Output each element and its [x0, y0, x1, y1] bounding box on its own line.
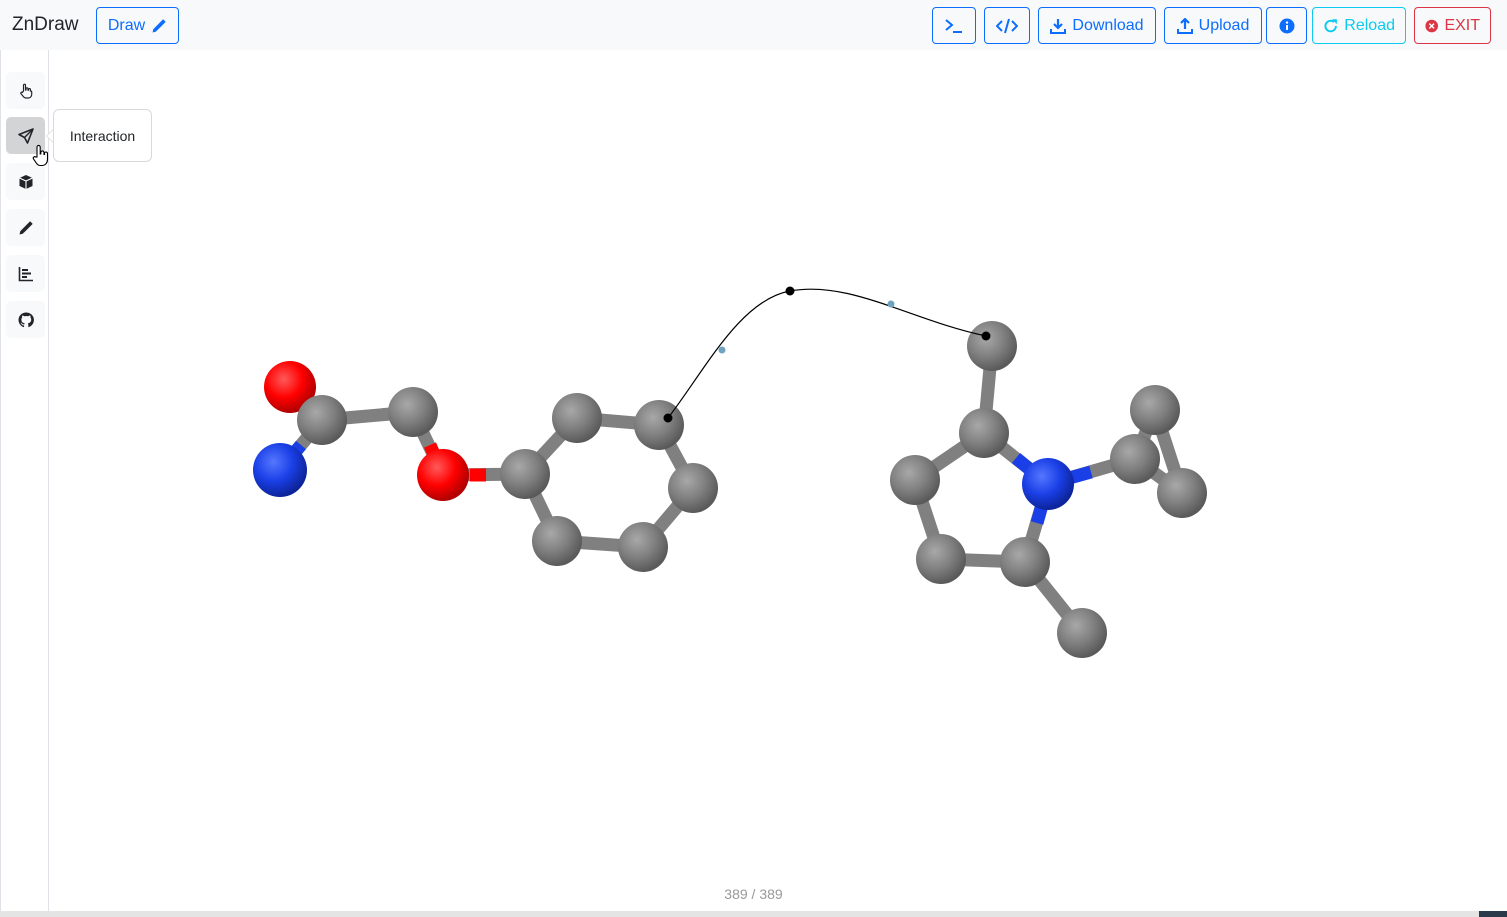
- atom-oxygen: [417, 449, 469, 501]
- draw-button[interactable]: Draw: [96, 7, 179, 44]
- terminal-button[interactable]: [932, 7, 976, 44]
- send-icon: [17, 127, 34, 144]
- info-circle-icon: [1279, 18, 1294, 33]
- sidebar-item-github[interactable]: [6, 301, 45, 338]
- path-curve: [667, 288, 987, 419]
- draw-label: Draw: [107, 16, 146, 34]
- reload-label: Reload: [1344, 16, 1395, 34]
- exit-button[interactable]: EXIT: [1414, 7, 1491, 44]
- sidebar-item-geometry[interactable]: [6, 163, 45, 200]
- top-navbar: ZnDraw Draw Download Upload Reload EXIT: [0, 0, 1507, 50]
- terminal-icon: [945, 18, 962, 33]
- path-midpoint: [887, 300, 895, 308]
- info-button[interactable]: [1266, 7, 1307, 44]
- sidebar-item-draw[interactable]: [6, 209, 45, 246]
- molecule-viewer[interactable]: [50, 50, 1507, 911]
- code-button[interactable]: [984, 7, 1030, 44]
- atom-carbon: [890, 455, 940, 505]
- upload-label: Upload: [1198, 16, 1250, 34]
- bottom-scrollbar[interactable]: [0, 911, 1507, 917]
- atom-nitrogen: [253, 443, 307, 497]
- atom-carbon: [618, 522, 668, 572]
- atom-carbon: [1110, 434, 1160, 484]
- path-control-point: [981, 331, 991, 341]
- atom-carbon: [959, 408, 1009, 458]
- sidebar-item-analysis[interactable]: [6, 255, 45, 292]
- download-label: Download: [1072, 16, 1144, 34]
- app-brand: ZnDraw: [12, 14, 79, 35]
- exit-label: EXIT: [1444, 16, 1480, 34]
- sidebar-item-selection[interactable]: [6, 72, 45, 109]
- pencil-icon: [152, 18, 166, 32]
- reload-icon: [1324, 18, 1337, 32]
- atom-carbon: [297, 395, 347, 445]
- code-icon: [996, 18, 1018, 33]
- atom-carbon: [532, 516, 582, 566]
- atom-nitrogen: [1022, 458, 1074, 510]
- atom-carbon: [1000, 537, 1050, 587]
- atom-carbon: [1157, 468, 1207, 518]
- path-control-point: [785, 286, 795, 296]
- atom-carbon: [1130, 385, 1180, 435]
- atom-carbon: [500, 449, 550, 499]
- path-midpoint: [718, 346, 726, 354]
- path-control-point: [663, 413, 673, 423]
- pencil-icon: [19, 220, 33, 234]
- x-circle-icon: [1425, 19, 1439, 32]
- atom-carbon: [1057, 608, 1107, 658]
- atom-carbon: [552, 393, 602, 443]
- interaction-path[interactable]: [663, 286, 991, 423]
- atom-carbon: [967, 321, 1017, 371]
- frame-counter: 389 / 389: [724, 886, 783, 902]
- box-icon: [18, 174, 33, 189]
- upload-icon: [1176, 17, 1193, 34]
- atom-carbon: [916, 534, 966, 584]
- bottom-corner: [1479, 911, 1507, 917]
- hand-pointer-icon: [19, 83, 32, 99]
- download-button[interactable]: Download: [1038, 7, 1156, 44]
- reload-button[interactable]: Reload: [1312, 7, 1406, 44]
- hand-cursor-icon: [32, 144, 49, 167]
- atom-carbon: [388, 387, 438, 437]
- bar-chart-icon: [18, 266, 33, 281]
- atom-carbon: [668, 463, 718, 513]
- github-icon: [18, 311, 34, 327]
- left-toolbar: [0, 50, 49, 911]
- download-icon: [1050, 18, 1067, 34]
- upload-button[interactable]: Upload: [1164, 7, 1262, 44]
